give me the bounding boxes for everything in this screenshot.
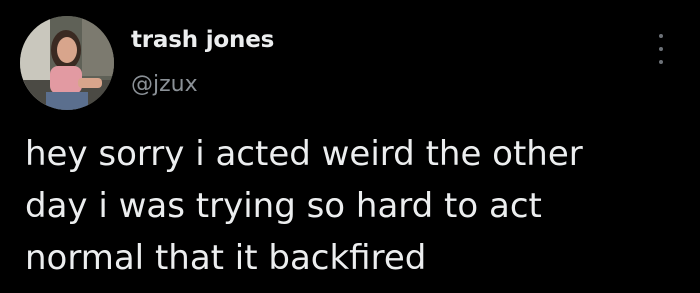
more-dot bbox=[659, 60, 663, 64]
tweet-text: hey sorry i acted weird the other day i … bbox=[25, 128, 685, 284]
tweet-card: trash jones @jzux hey sorry i acted weir… bbox=[0, 0, 700, 293]
tweet-text-line: normal that it backfired bbox=[25, 238, 427, 278]
more-dot bbox=[659, 34, 663, 38]
author-handle[interactable]: @jzux bbox=[131, 72, 198, 97]
more-options-icon[interactable] bbox=[651, 34, 671, 64]
more-dot bbox=[659, 47, 663, 51]
profile-photo-icon bbox=[20, 16, 114, 110]
tweet-text-line: day i was trying so hard to act bbox=[25, 186, 542, 226]
avatar[interactable] bbox=[20, 16, 114, 110]
author-display-name[interactable]: trash jones bbox=[131, 27, 274, 53]
tweet-text-line: hey sorry i acted weird the other bbox=[25, 134, 583, 174]
